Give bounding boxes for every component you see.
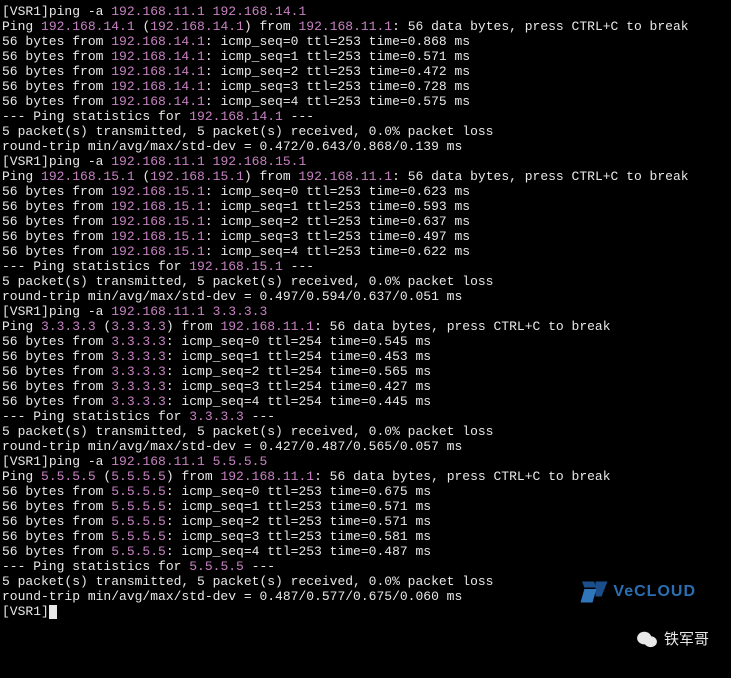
terminal-line: 56 bytes from 3.3.3.3: icmp_seq=2 ttl=25… (2, 364, 729, 379)
terminal-line: 56 bytes from 192.168.14.1: icmp_seq=1 t… (2, 49, 729, 64)
watermark-author: 铁军哥 (636, 628, 709, 649)
terminal-line: --- Ping statistics for 192.168.14.1 --- (2, 109, 729, 124)
terminal-line: 56 bytes from 3.3.3.3: icmp_seq=0 ttl=25… (2, 334, 729, 349)
terminal-line: 56 bytes from 192.168.14.1: icmp_seq=4 t… (2, 94, 729, 109)
terminal-line: 56 bytes from 192.168.14.1: icmp_seq=3 t… (2, 79, 729, 94)
terminal-line: 56 bytes from 5.5.5.5: icmp_seq=1 ttl=25… (2, 499, 729, 514)
terminal-line: round-trip min/avg/max/std-dev = 0.497/0… (2, 289, 729, 304)
brand-text: VeCLOUD (613, 583, 696, 601)
terminal-line: Ping 5.5.5.5 (5.5.5.5) from 192.168.11.1… (2, 469, 729, 484)
terminal-line: [VSR1]ping -a 192.168.11.1 192.168.15.1 (2, 154, 729, 169)
terminal-line: 56 bytes from 192.168.15.1: icmp_seq=2 t… (2, 214, 729, 229)
terminal-line: 56 bytes from 5.5.5.5: icmp_seq=0 ttl=25… (2, 484, 729, 499)
terminal-line: Ping 192.168.15.1 (192.168.15.1) from 19… (2, 169, 729, 184)
terminal-line: 56 bytes from 3.3.3.3: icmp_seq=3 ttl=25… (2, 379, 729, 394)
terminal-line: [VSR1]ping -a 192.168.11.1 3.3.3.3 (2, 304, 729, 319)
terminal-line: 56 bytes from 5.5.5.5: icmp_seq=2 ttl=25… (2, 514, 729, 529)
terminal-line: 56 bytes from 192.168.14.1: icmp_seq=2 t… (2, 64, 729, 79)
terminal-line: Ping 192.168.14.1 (192.168.14.1) from 19… (2, 19, 729, 34)
terminal-output[interactable]: [VSR1]ping -a 192.168.11.1 192.168.14.1P… (0, 0, 731, 623)
terminal-line: Ping 3.3.3.3 (3.3.3.3) from 192.168.11.1… (2, 319, 729, 334)
terminal-line: [VSR1]ping -a 192.168.11.1 5.5.5.5 (2, 454, 729, 469)
terminal-line: --- Ping statistics for 3.3.3.3 --- (2, 409, 729, 424)
terminal-line: 56 bytes from 192.168.14.1: icmp_seq=0 t… (2, 34, 729, 49)
brand-logo-icon (579, 577, 609, 607)
terminal-line: 56 bytes from 192.168.15.1: icmp_seq=3 t… (2, 229, 729, 244)
terminal-line: 56 bytes from 192.168.15.1: icmp_seq=0 t… (2, 184, 729, 199)
terminal-line: round-trip min/avg/max/std-dev = 0.472/0… (2, 139, 729, 154)
terminal-line: --- Ping statistics for 192.168.15.1 --- (2, 259, 729, 274)
terminal-line: 56 bytes from 3.3.3.3: icmp_seq=1 ttl=25… (2, 349, 729, 364)
author-text: 铁军哥 (664, 628, 709, 649)
terminal-line: 56 bytes from 5.5.5.5: icmp_seq=3 ttl=25… (2, 529, 729, 544)
terminal-line: 5 packet(s) transmitted, 5 packet(s) rec… (2, 424, 729, 439)
terminal-line: round-trip min/avg/max/std-dev = 0.427/0… (2, 439, 729, 454)
terminal-line: 56 bytes from 3.3.3.3: icmp_seq=4 ttl=25… (2, 394, 729, 409)
terminal-line: 56 bytes from 5.5.5.5: icmp_seq=4 ttl=25… (2, 544, 729, 559)
terminal-line: 56 bytes from 192.168.15.1: icmp_seq=4 t… (2, 244, 729, 259)
terminal-line: --- Ping statistics for 5.5.5.5 --- (2, 559, 729, 574)
wechat-icon (636, 630, 658, 648)
terminal-line: 5 packet(s) transmitted, 5 packet(s) rec… (2, 274, 729, 289)
terminal-line: 56 bytes from 192.168.15.1: icmp_seq=1 t… (2, 199, 729, 214)
watermark-brand: VeCLOUD (579, 577, 696, 607)
terminal-line: [VSR1]ping -a 192.168.11.1 192.168.14.1 (2, 4, 729, 19)
terminal-line: 5 packet(s) transmitted, 5 packet(s) rec… (2, 124, 729, 139)
cursor (49, 605, 57, 619)
